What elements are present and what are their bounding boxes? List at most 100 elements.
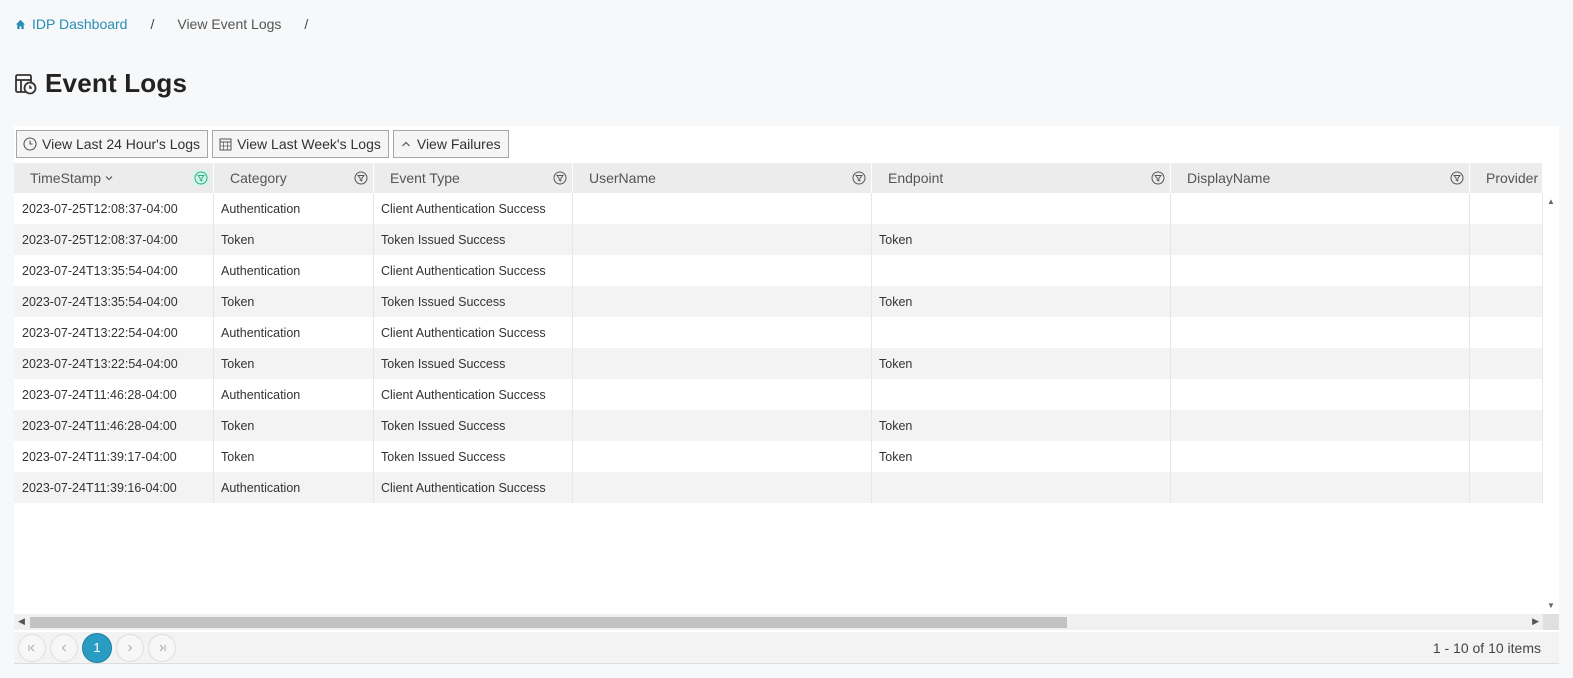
event-log-grid: View Last 24 Hour's Logs View Last Week'… — [14, 126, 1559, 664]
table-cell — [1171, 348, 1470, 379]
view-failures-button[interactable]: View Failures — [392, 130, 509, 158]
breadcrumb-current: View Event Logs — [177, 16, 282, 32]
column-header-label: TimeStamp — [30, 170, 102, 186]
table-cell: Token Issued Success — [374, 286, 573, 317]
column-header[interactable]: Event Type — [374, 163, 573, 193]
table-cell — [1171, 441, 1470, 472]
clock-icon — [23, 137, 37, 151]
view-last-week-button[interactable]: View Last Week's Logs — [212, 130, 389, 158]
table-cell: 2023-07-24T13:35:54-04:00 — [14, 255, 214, 286]
table-cell: 2023-07-24T13:22:54-04:00 — [14, 317, 214, 348]
table-cell: Authentication — [214, 193, 374, 224]
table-cell — [573, 379, 872, 410]
table-cell — [1470, 410, 1543, 441]
column-header[interactable]: Endpoint — [872, 163, 1171, 193]
column-header-label: Category — [230, 170, 287, 186]
table-cell: Token Issued Success — [374, 441, 573, 472]
table-row[interactable]: 2023-07-24T11:39:17-04:00 Token Token Issu… — [14, 441, 1543, 472]
table-cell: Token — [872, 441, 1171, 472]
table-cell: Client Authentication Success — [374, 379, 573, 410]
table-row[interactable]: 2023-07-24T13:35:54-04:00 Authentication C… — [14, 255, 1543, 286]
table-cell — [1470, 286, 1543, 317]
table-row[interactable]: 2023-07-24T13:35:54-04:00 Token Token Issu… — [14, 286, 1543, 317]
table-cell: 2023-07-24T13:22:54-04:00 — [14, 348, 214, 379]
column-header[interactable]: DisplayName — [1171, 163, 1470, 193]
page-title: Event Logs — [45, 68, 188, 98]
table-cell — [1171, 472, 1470, 503]
breadcrumb-home-label: IDP Dashboard — [32, 16, 128, 32]
breadcrumb-home-link[interactable]: IDP Dashboard — [15, 16, 127, 32]
last-page-button[interactable] — [148, 633, 176, 662]
table-cell: Authentication — [214, 255, 374, 286]
table-cell — [1470, 441, 1543, 472]
filter-icon[interactable] — [552, 170, 568, 186]
table-row[interactable]: 2023-07-25T12:08:37-04:00 Authentication C… — [14, 193, 1543, 224]
vertical-scrollbar[interactable]: ▲ ▼ — [1543, 193, 1559, 614]
table-row[interactable]: 2023-07-24T11:46:28-04:00 Token Token Issu… — [14, 410, 1543, 441]
scrollbar-corner — [1543, 614, 1559, 630]
table-cell: Token — [214, 410, 374, 441]
filter-icon[interactable] — [851, 170, 867, 186]
filter-icon[interactable] — [193, 170, 209, 186]
filter-icon[interactable] — [1449, 170, 1465, 186]
column-header-label: Provider — [1486, 170, 1539, 186]
column-header[interactable]: TimeStamp — [14, 163, 214, 193]
table-cell — [1171, 224, 1470, 255]
table-cell — [1171, 255, 1470, 286]
first-page-button[interactable] — [18, 633, 46, 662]
page-button-current[interactable]: 1 — [82, 632, 112, 663]
table-cell — [573, 317, 872, 348]
table-cell — [573, 410, 872, 441]
table-cell — [872, 379, 1171, 410]
filter-icon[interactable] — [353, 170, 369, 186]
table-cell: Token — [214, 348, 374, 379]
table-cell: Token Issued Success — [374, 410, 573, 441]
table-cell — [1171, 410, 1470, 441]
table-row[interactable]: 2023-07-25T12:08:37-04:00 Token Token Issu… — [14, 224, 1543, 255]
table-cell: Token Issued Success — [374, 224, 573, 255]
scroll-left-arrow-icon[interactable]: ◀ — [18, 616, 25, 627]
table-cell — [1470, 255, 1543, 286]
column-header[interactable]: Category — [214, 163, 374, 193]
table-cell — [573, 441, 872, 472]
table-row[interactable]: 2023-07-24T13:22:54-04:00 Token Token Issu… — [14, 348, 1543, 379]
column-header[interactable]: UserName — [573, 163, 872, 193]
table-row[interactable]: 2023-07-24T13:22:54-04:00 Authentication C… — [14, 317, 1543, 348]
horizontal-scrollbar[interactable]: ◀ ▶ — [14, 614, 1543, 630]
table-cell — [1470, 193, 1543, 224]
table-cell — [573, 348, 872, 379]
table-cell: 2023-07-25T12:08:37-04:00 — [14, 193, 214, 224]
table-cell: Token — [214, 286, 374, 317]
table-cell: Token — [872, 286, 1171, 317]
view-last-24-hours-button[interactable]: View Last 24 Hour's Logs — [16, 130, 209, 158]
event-log-icon — [15, 73, 37, 94]
table-cell: 2023-07-24T11:39:16-04:00 — [14, 472, 214, 503]
grid-toolbar: View Last 24 Hour's Logs View Last Week'… — [14, 126, 1561, 162]
breadcrumb-separator: / — [304, 16, 309, 32]
table-cell — [573, 255, 872, 286]
previous-page-button[interactable] — [50, 633, 78, 662]
horizontal-scroll-thumb[interactable] — [30, 617, 1067, 628]
breadcrumb: IDP Dashboard / View Event Logs / — [15, 15, 331, 33]
table-cell: Token — [214, 441, 374, 472]
table-cell — [1470, 379, 1543, 410]
table-row[interactable]: 2023-07-24T11:46:28-04:00 Authentication C… — [14, 379, 1543, 410]
pager-info: 1 - 10 of 10 items — [1432, 639, 1541, 656]
table-cell: Token — [214, 224, 374, 255]
table-cell — [1470, 224, 1543, 255]
home-icon — [15, 19, 26, 29]
column-header[interactable]: Provider — [1470, 163, 1543, 193]
first-page-icon — [28, 644, 35, 651]
table-cell: Client Authentication Success — [374, 317, 573, 348]
table-cell — [1171, 317, 1470, 348]
scroll-up-arrow-icon[interactable]: ▲ — [1547, 197, 1555, 206]
column-header-label: DisplayName — [1187, 170, 1271, 186]
scroll-right-arrow-icon[interactable]: ▶ — [1532, 616, 1539, 627]
filter-icon[interactable] — [1150, 170, 1166, 186]
column-header-label: Endpoint — [888, 170, 944, 186]
scroll-down-arrow-icon[interactable]: ▼ — [1547, 601, 1555, 610]
table-cell — [1171, 379, 1470, 410]
next-page-button[interactable] — [116, 633, 144, 662]
table-row[interactable]: 2023-07-24T11:39:16-04:00 Authentication C… — [14, 472, 1543, 503]
breadcrumb-separator: / — [150, 16, 155, 32]
